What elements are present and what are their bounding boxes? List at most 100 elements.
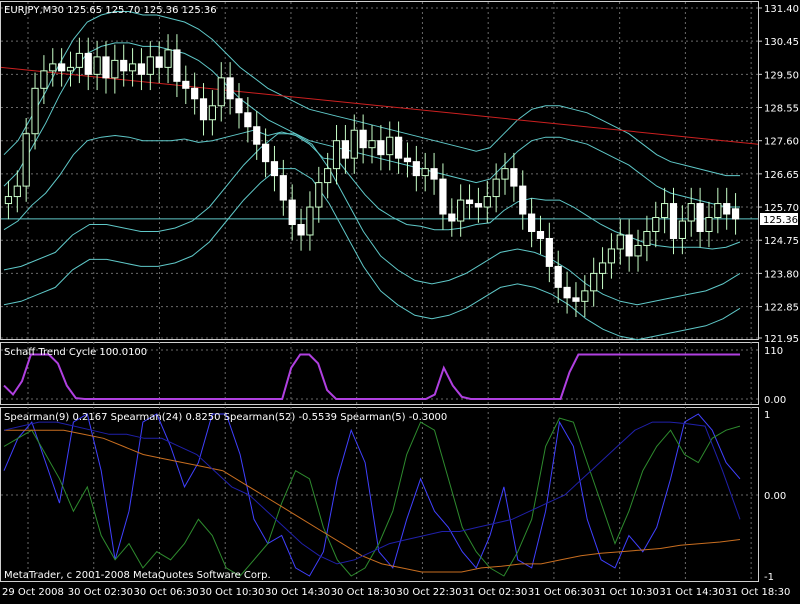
bull-candle: [590, 272, 598, 292]
bull-candle: [111, 59, 119, 79]
spearman-tick-label: 1: [764, 410, 770, 421]
bull-candle: [661, 203, 669, 219]
bear-candle: [102, 56, 110, 79]
bull-candle: [315, 182, 323, 208]
bull-candle: [31, 87, 39, 135]
x-tick-label: 30 Oct 22:30: [396, 587, 461, 598]
bear-candle: [430, 168, 438, 180]
y-tick-label: 123.80: [764, 269, 799, 280]
bull-candle: [164, 49, 172, 68]
x-tick-label: 30 Oct 14:30: [265, 587, 330, 598]
bull-candle: [643, 230, 651, 246]
bear-candle: [625, 234, 633, 257]
bull-candle: [501, 168, 509, 180]
bull-candle: [581, 290, 589, 302]
bull-candle: [146, 56, 154, 75]
chart-canvas[interactable]: 29 Oct 2008 30 Oct 02:30 30 Oct 06:30 30 Oc…: [0, 0, 800, 600]
bull-candle: [332, 140, 341, 170]
y-tick-label: 122.85: [764, 303, 799, 314]
bull-candle: [22, 133, 30, 187]
x-tick-label: 30 Oct 02:30: [68, 587, 133, 598]
current-price-label: 125.36: [763, 215, 798, 226]
metatrader-chart-window[interactable]: 29 Oct 2008 30 Oct 02:30 30 Oct 06:30 30 Oc…: [0, 0, 800, 600]
x-tick-label: 30 Oct 18:30: [331, 587, 396, 598]
bear-candle: [510, 168, 518, 187]
bear-candle: [173, 49, 181, 82]
bull-candle: [93, 56, 101, 75]
bear-candle: [137, 63, 146, 75]
y-tick-label: 121.95: [764, 334, 799, 345]
bear-candle: [723, 203, 731, 215]
bear-candle: [235, 98, 243, 114]
x-tick-label: 30 Oct 10:30: [199, 587, 264, 598]
bull-candle: [483, 196, 491, 208]
schaff-tick-label: 110: [764, 346, 783, 357]
spearman-tick-label: -1: [764, 572, 774, 583]
bull-candle: [616, 234, 624, 250]
bull-candle: [598, 262, 607, 274]
bear-candle: [182, 80, 190, 89]
chart-background: [0, 0, 800, 600]
bull-candle: [75, 52, 83, 68]
bear-candle: [439, 178, 447, 215]
bear-candle: [288, 199, 296, 226]
bear-candle: [731, 208, 740, 220]
bull-candle: [492, 178, 500, 198]
bear-candle: [448, 213, 456, 222]
bull-candle: [714, 203, 722, 219]
bear-candle: [563, 286, 571, 299]
bear-candle: [403, 157, 412, 163]
bear-candle: [696, 203, 704, 232]
bear-candle: [669, 203, 678, 239]
y-tick-label: 130.45: [764, 37, 799, 48]
bear-candle: [394, 136, 403, 159]
bear-candle: [536, 230, 545, 239]
bear-candle: [297, 224, 305, 236]
y-tick-label: 131.40: [764, 4, 799, 15]
bear-candle: [545, 237, 553, 267]
bull-candle: [457, 199, 465, 222]
bear-candle: [554, 265, 562, 288]
bull-candle: [687, 203, 695, 222]
y-tick-label: 126.65: [764, 170, 799, 181]
bear-candle: [226, 77, 234, 100]
bull-candle: [705, 217, 713, 232]
bear-candle: [155, 56, 163, 68]
x-tick-label: 31 Oct 10:30: [594, 587, 659, 598]
x-tick-label: 31 Oct 06:30: [528, 587, 593, 598]
x-tick-label: 31 Oct 14:30: [659, 587, 724, 598]
bear-candle: [279, 175, 287, 201]
y-tick-label: 129.50: [764, 70, 799, 81]
bull-candle: [634, 244, 642, 257]
bull-candle: [4, 196, 13, 205]
bear-candle: [244, 112, 252, 128]
bull-candle: [368, 140, 376, 149]
bull-candle: [678, 220, 686, 239]
bull-candle: [607, 248, 616, 264]
bear-candle: [199, 98, 208, 121]
bull-candle: [386, 136, 394, 156]
y-tick-label: 125.70: [764, 203, 799, 214]
bear-candle: [58, 63, 66, 72]
copyright-text: MetaTrader, c 2001-2008 MetaQuotes Softw…: [4, 570, 271, 581]
bull-candle: [306, 206, 314, 236]
bear-candle: [474, 203, 483, 208]
bull-candle: [324, 168, 332, 184]
x-tick-label: 30 Oct 06:30: [133, 587, 198, 598]
bull-candle: [208, 105, 216, 121]
schaff-header: Schaff Trend Cycle 100.0100: [4, 347, 147, 358]
bear-candle: [412, 161, 420, 177]
bear-candle: [572, 297, 580, 302]
bull-candle: [217, 77, 225, 107]
bear-candle: [465, 199, 474, 205]
bear-candle: [359, 129, 367, 149]
bull-candle: [128, 63, 137, 72]
bear-candle: [377, 140, 385, 156]
bull-candle: [40, 70, 48, 89]
y-tick-label: 128.55: [764, 104, 799, 115]
bear-candle: [519, 185, 527, 215]
bear-candle: [84, 52, 92, 75]
bear-candle: [270, 161, 279, 177]
spearman-header: Spearman(9) 0.2167 Spearman(24) 0.8250 S…: [4, 412, 447, 423]
bear-candle: [120, 59, 128, 72]
